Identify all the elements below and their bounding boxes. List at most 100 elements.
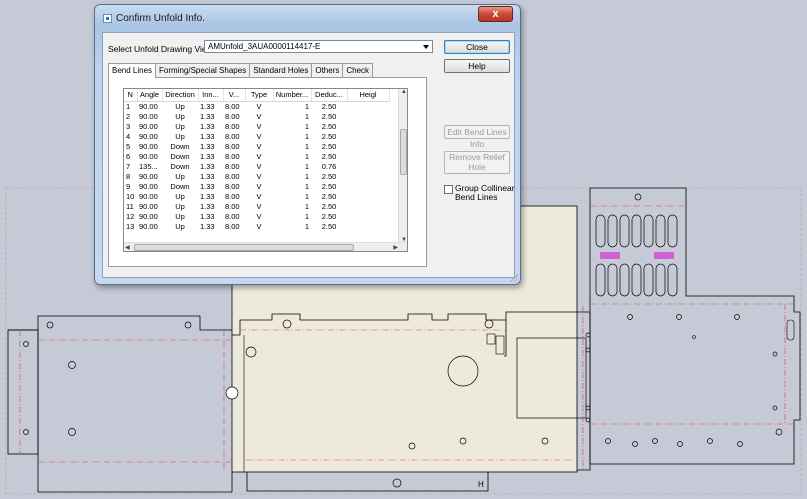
col-direction[interactable]: Direction	[162, 89, 199, 102]
dialog-titlebar[interactable]: Confirm Unfold Info. x	[95, 5, 520, 31]
table-cell: 1	[304, 201, 309, 211]
left-panel	[7, 315, 233, 493]
unfold-view-select[interactable]: AMUnfold_3AUA0000114417-E	[204, 40, 433, 53]
help-button[interactable]: Help	[444, 59, 510, 73]
col-angle[interactable]: Angle	[137, 89, 163, 102]
table-cell	[347, 122, 389, 132]
table-cell: 2.50	[321, 191, 337, 201]
table-cell: 1	[304, 171, 309, 181]
table-horizontal-scrollbar[interactable]: ◀ ▶	[124, 242, 407, 251]
col-v-width[interactable]: V...	[223, 89, 246, 102]
table-cell	[347, 182, 389, 192]
table-row[interactable]: 2 90.00 Up 1.33 8.00 V 1 2.50	[124, 112, 389, 122]
table-cell: 8.00	[225, 171, 240, 181]
table-cell: V	[256, 221, 262, 231]
table-cell: 90.00	[139, 211, 158, 221]
group-collinear-checkbox[interactable]	[444, 185, 453, 194]
table-row[interactable]: 9 90.00 Down 1.33 8.00 V 1 2.50	[124, 182, 389, 192]
table-row[interactable]: 11 90.00 Up 1.33 8.00 V 1 2.50	[124, 202, 389, 212]
chevron-down-icon	[423, 45, 429, 49]
table-cell: Up	[175, 201, 185, 211]
table-cell: Up	[175, 191, 185, 201]
tab-standard-holes[interactable]: Standard Holes	[249, 63, 313, 77]
edit-bend-lines-button[interactable]: Edit Bend Lines Info	[444, 125, 510, 149]
scroll-up-icon[interactable]: ▲	[401, 89, 407, 95]
scroll-right-icon[interactable]: ▶	[393, 244, 398, 251]
table-row[interactable]: 4 90.00 Up 1.33 8.00 V 1 2.50	[124, 132, 389, 142]
tab-strip: Bend Lines Forming/Special Shapes Standa…	[108, 63, 374, 78]
table-row[interactable]: 10 90.00 Up 1.33 8.00 V 1 2.50	[124, 192, 389, 202]
table-cell: 1	[304, 211, 309, 221]
table-cell: 10	[126, 191, 135, 201]
table-row[interactable]: 12 90.00 Up 1.33 8.00 V 1 2.50	[124, 212, 389, 222]
table-cell: 2.50	[321, 131, 337, 141]
bend-lines-table[interactable]: N Angle Direction Inn... V... Type Numbe…	[123, 88, 408, 252]
col-height[interactable]: Heigl	[347, 89, 390, 102]
table-cell: 1	[304, 121, 309, 131]
resize-grip-icon[interactable]	[510, 274, 518, 282]
tab-others[interactable]: Others	[311, 63, 344, 77]
table-cell: Down	[170, 141, 190, 151]
horizontal-scroll-thumb[interactable]	[134, 244, 354, 251]
scroll-left-icon[interactable]: ◀	[125, 244, 130, 251]
table-cell	[347, 132, 389, 142]
table-cell: Up	[175, 101, 185, 111]
table-cell: Up	[175, 121, 185, 131]
table-cell: 1.33	[200, 151, 215, 161]
table-row[interactable]: 5 90.00 Down 1.33 8.00 V 1 2.50	[124, 142, 389, 152]
col-number[interactable]: Number...	[273, 89, 312, 102]
table-cell: 1.33	[200, 201, 215, 211]
table-cell: 8.00	[225, 161, 240, 171]
bend-lines-panel: N Angle Direction Inn... V... Type Numbe…	[108, 77, 427, 267]
table-cell: 2.50	[321, 101, 337, 111]
table-cell: 1	[304, 191, 309, 201]
tab-bend-lines[interactable]: Bend Lines	[108, 63, 157, 78]
table-cell: 1	[304, 181, 309, 191]
table-vertical-scrollbar[interactable]: ▲ ▼	[398, 89, 407, 243]
table-row[interactable]: 6 90.00 Down 1.33 8.00 V 1 2.50	[124, 152, 389, 162]
table-row[interactable]: 3 90.00 Up 1.33 8.00 V 1 2.50	[124, 122, 389, 132]
table-cell	[347, 172, 389, 182]
table-cell: 2.50	[321, 201, 337, 211]
table-cell: 2.50	[321, 121, 337, 131]
remove-relief-hole-button[interactable]: Remove Relief Hole	[444, 151, 510, 174]
tab-check[interactable]: Check	[342, 63, 374, 77]
table-cell	[347, 162, 389, 172]
table-cell: 90.00	[139, 101, 158, 111]
table-cell: Down	[170, 161, 190, 171]
svg-text:H: H	[478, 480, 484, 489]
table-cell	[347, 101, 389, 112]
vertical-scroll-thumb[interactable]	[400, 129, 407, 175]
table-row[interactable]: 13 90.00 Up 1.33 8.00 V 1 2.50	[124, 222, 389, 232]
table-cell: 8.00	[225, 201, 240, 211]
close-window-button[interactable]: x	[478, 6, 513, 22]
table-cell: 1	[304, 111, 309, 121]
table-cell: 8.00	[225, 221, 240, 231]
table-cell: 90.00	[139, 201, 158, 211]
table-cell: 11	[126, 201, 134, 211]
table-cell	[347, 192, 389, 202]
table-cell: 8.00	[225, 121, 240, 131]
col-deduction[interactable]: Deduc...	[311, 89, 348, 102]
col-inner-radius[interactable]: Inn...	[198, 89, 224, 102]
table-cell: V	[256, 141, 262, 151]
table-row[interactable]: 7 135... Down 1.33 8.00 V 1 0.76	[124, 162, 389, 172]
table-row[interactable]: 8 90.00 Up 1.33 8.00 V 1 2.50	[124, 172, 389, 182]
table-cell: V	[256, 171, 262, 181]
table-header-row: N Angle Direction Inn... V... Type Numbe…	[124, 89, 390, 102]
close-icon: x	[492, 8, 499, 20]
table-cell: 90.00	[139, 131, 158, 141]
table-cell: 1	[304, 141, 309, 151]
table-cell: 2.50	[321, 141, 337, 151]
col-n[interactable]: N	[124, 89, 138, 102]
col-type[interactable]: Type	[245, 89, 274, 102]
table-cell: Up	[175, 111, 185, 121]
close-button[interactable]: Close	[444, 40, 510, 54]
table-cell: 90.00	[139, 151, 158, 161]
table-cell	[347, 152, 389, 162]
table-row[interactable]: 1 90.00 Up 1.33 8.00 V 1 2.50	[124, 101, 389, 112]
tab-forming-special-shapes[interactable]: Forming/Special Shapes	[155, 63, 251, 77]
table-cell: 5	[126, 141, 131, 151]
table-cell: 2.50	[321, 181, 337, 191]
table-cell: 7	[126, 161, 131, 171]
